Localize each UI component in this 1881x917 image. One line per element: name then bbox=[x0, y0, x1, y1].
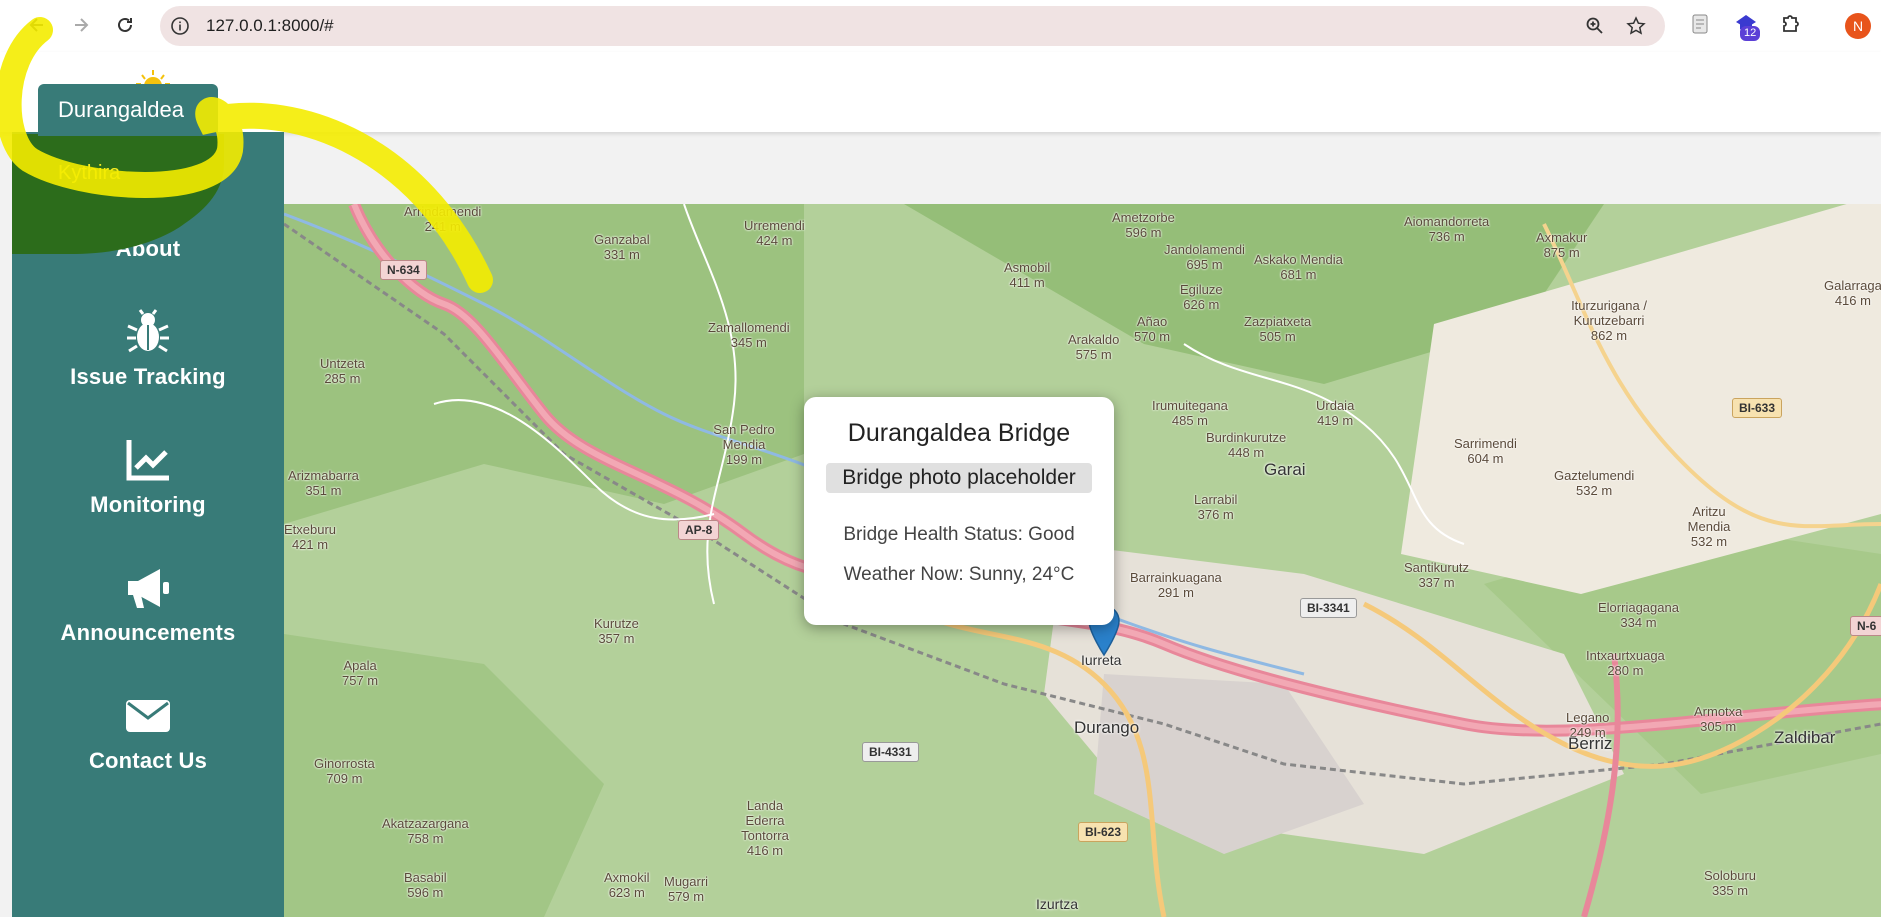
place-label: Aritzu Mendia 532 m bbox=[1687, 504, 1731, 549]
place-label: San Pedro Mendia 199 m bbox=[713, 422, 775, 467]
place-label: Zazpiatxeta 505 m bbox=[1244, 314, 1312, 344]
place-label: Arizmabarra 351 m bbox=[288, 468, 359, 498]
place-label: Elorriagagana 334 m bbox=[1598, 600, 1679, 630]
road-label: BI-633 bbox=[1732, 398, 1783, 418]
road-label: BI-3341 bbox=[1300, 598, 1357, 618]
bookmark-star-icon[interactable] bbox=[1626, 16, 1646, 36]
megaphone-icon bbox=[124, 564, 172, 612]
forward-icon bbox=[75, 18, 89, 32]
url-text: 127.0.0.1:8000/# bbox=[206, 16, 334, 35]
weather-now: Weather Now: Sunny, 24°C bbox=[843, 564, 1075, 585]
line-chart-icon bbox=[124, 436, 172, 484]
place-label: Urremendi 424 m bbox=[744, 218, 805, 248]
place-label: Santikurutz 337 m bbox=[1404, 560, 1470, 590]
sidebar-item-label: Monitoring bbox=[90, 492, 206, 517]
bug-icon bbox=[124, 308, 172, 356]
place-label: Iturzurigana / Kurutzebarri 862 m bbox=[1571, 298, 1647, 343]
dropdown-menu-bg bbox=[12, 134, 224, 254]
road-label: N-634 bbox=[380, 260, 427, 280]
place-label: Arrindamendi 241 m bbox=[404, 204, 482, 234]
place-label: Asmobil 411 m bbox=[1004, 260, 1051, 290]
reload-icon bbox=[118, 17, 132, 32]
reload-button[interactable] bbox=[110, 10, 140, 40]
place-label: Axmakur 875 m bbox=[1536, 230, 1588, 260]
puzzle-icon[interactable] bbox=[1779, 12, 1803, 36]
place-label: Axmokil 623 m bbox=[604, 870, 650, 900]
place-label: Aiomandorreta 736 m bbox=[1404, 214, 1490, 244]
town-label: Berriz bbox=[1568, 734, 1613, 753]
town-label: Durango bbox=[1074, 718, 1140, 737]
place-label: Soloburu 335 m bbox=[1704, 868, 1757, 898]
town-label: Garai bbox=[1264, 460, 1306, 479]
place-label: Ametzorbe 596 m bbox=[1112, 210, 1175, 240]
place-label: Barrainkuagana 291 m bbox=[1130, 570, 1222, 600]
reading-list-icon[interactable] bbox=[1688, 12, 1712, 36]
sidebar-item-label: Contact Us bbox=[88, 748, 208, 773]
place-label: Intxaurtxuaga 280 m bbox=[1586, 648, 1665, 678]
place-label: Gaztelumendi 532 m bbox=[1554, 468, 1635, 498]
place-label: Urdaia 419 m bbox=[1316, 398, 1355, 428]
place-label: Irumuitegana 485 m bbox=[1152, 398, 1228, 428]
place-label: Mugarri 579 m bbox=[664, 874, 709, 904]
profile-avatar[interactable]: N bbox=[1845, 13, 1871, 39]
sidebar-item-label: Issue Tracking bbox=[70, 364, 226, 389]
bridge-health-status: Bridge Health Status: Good bbox=[843, 524, 1075, 545]
popup-title: Durangaldea Bridge bbox=[847, 419, 1071, 447]
forward-button[interactable] bbox=[66, 10, 96, 40]
place-label: Galarraga 416 m bbox=[1824, 278, 1881, 308]
zoom-icon[interactable] bbox=[1585, 16, 1605, 36]
place-label: Askako Mendia 681 m bbox=[1254, 252, 1343, 282]
place-label: Landa Ederra Tontorra 416 m bbox=[741, 798, 789, 858]
site-header bbox=[0, 52, 1881, 132]
place-label: Untzeta 285 m bbox=[320, 356, 365, 386]
place-label: Jandolamendi 695 m bbox=[1164, 242, 1245, 272]
region-dropdown[interactable]: Durangaldea Kythira bbox=[12, 82, 282, 254]
sidebar-item-issue-tracking[interactable]: Issue Tracking bbox=[12, 308, 284, 390]
sidebar-item-announcements[interactable]: Announcements bbox=[12, 564, 284, 646]
dropdown-option-durangaldea[interactable]: Durangaldea bbox=[38, 84, 218, 136]
place-label: Larrabil 376 m bbox=[1194, 492, 1238, 522]
place-label: Egiluze 626 m bbox=[1180, 282, 1223, 312]
road-label: BI-4331 bbox=[862, 742, 919, 762]
place-label: Añao 570 m bbox=[1134, 314, 1171, 344]
place-label: Apala 757 m bbox=[342, 658, 379, 688]
place-label: Sarrimendi 604 m bbox=[1454, 436, 1517, 466]
road-label: N-6 bbox=[1850, 616, 1881, 636]
envelope-icon bbox=[124, 692, 172, 740]
sidebar-item-contact-us[interactable]: Contact Us bbox=[12, 692, 284, 774]
extension-badge: 12 bbox=[1740, 26, 1761, 41]
back-icon bbox=[29, 18, 43, 32]
place-label: Ginorrosta 709 m bbox=[314, 756, 375, 786]
place-label: Ganzabal 331 m bbox=[594, 232, 650, 262]
place-label: Armotxa 305 m bbox=[1694, 704, 1743, 734]
place-label: Akatzazargana 758 m bbox=[382, 816, 469, 846]
address-bar[interactable]: 127.0.0.1:8000/# bbox=[160, 6, 1665, 46]
road-label: AP-8 bbox=[678, 520, 720, 540]
place-label: Etxeburu 421 m bbox=[284, 522, 337, 552]
place-label: Burdinkurutze 448 m bbox=[1206, 430, 1287, 460]
site-info-icon[interactable] bbox=[170, 16, 190, 36]
place-label: Basabil 596 m bbox=[404, 870, 447, 900]
sidebar-item-monitoring[interactable]: Monitoring bbox=[12, 436, 284, 518]
town-label: Zaldibar bbox=[1774, 728, 1836, 747]
bridge-popup: Durangaldea Bridge Bridge photo placehol… bbox=[804, 397, 1114, 625]
bridge-photo: Bridge photo placeholder bbox=[826, 463, 1092, 493]
place-label: Zamallomendi 345 m bbox=[708, 320, 790, 350]
browser-toolbar: 127.0.0.1:8000/# 12 N bbox=[0, 0, 1881, 52]
town-label: Izurtza bbox=[1036, 896, 1079, 912]
back-button[interactable] bbox=[22, 10, 52, 40]
sidebar-item-label: Announcements bbox=[60, 620, 236, 645]
place-label: Arakaldo 575 m bbox=[1068, 332, 1120, 362]
dropdown-option-kythira[interactable]: Kythira bbox=[58, 162, 120, 185]
place-label: Kurutze 357 m bbox=[594, 616, 639, 646]
road-label: BI-623 bbox=[1078, 822, 1129, 842]
